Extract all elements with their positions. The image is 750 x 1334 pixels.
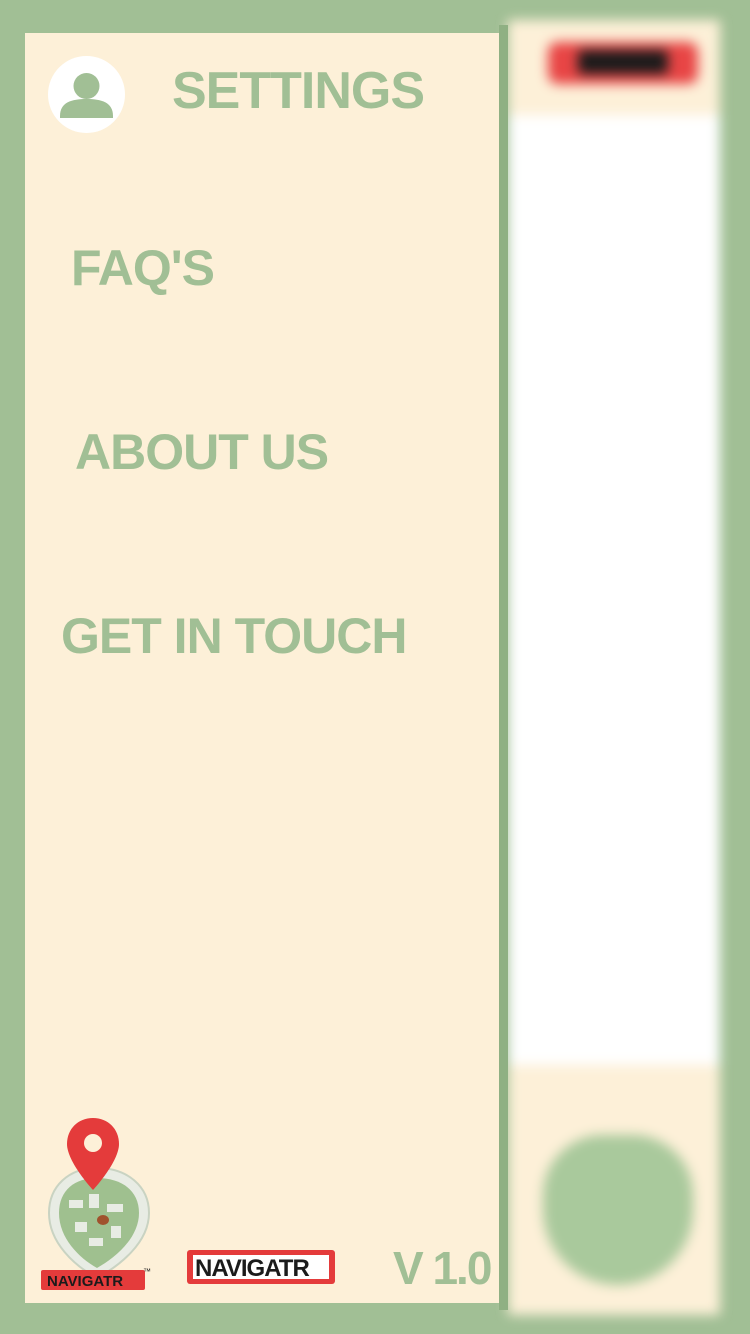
svg-text:NAVIGATR: NAVIGATR <box>47 1273 123 1290</box>
svg-text:™: ™ <box>143 1267 151 1276</box>
drawer-title: SETTINGS <box>172 62 425 120</box>
background-logo <box>548 42 698 84</box>
background-footer <box>508 1065 720 1315</box>
app-version: V 1.0 <box>393 1242 492 1294</box>
user-avatar-icon[interactable] <box>48 56 125 133</box>
map-pin-logo: NAVIGATR ™ <box>39 1118 157 1298</box>
background-content <box>508 115 720 1065</box>
navigation-drawer: SETTINGS FAQ'S ABOUT US GET IN TOUCH NAV… <box>25 33 499 1303</box>
menu-item-get-in-touch[interactable]: GET IN TOUCH <box>61 607 407 665</box>
background-map-graphic <box>543 1135 693 1285</box>
menu-item-about-us[interactable]: ABOUT US <box>75 423 329 481</box>
brand-logo: NAVIGATR <box>185 1246 340 1290</box>
drawer-edge <box>499 25 508 1310</box>
menu-item-faqs[interactable]: FAQ'S <box>71 239 215 297</box>
svg-text:NAVIGATR: NAVIGATR <box>195 1255 309 1282</box>
pin-logo-wordmark: NAVIGATR ™ <box>39 1264 157 1294</box>
background-header <box>508 20 720 115</box>
background-app-preview[interactable] <box>508 20 720 1320</box>
